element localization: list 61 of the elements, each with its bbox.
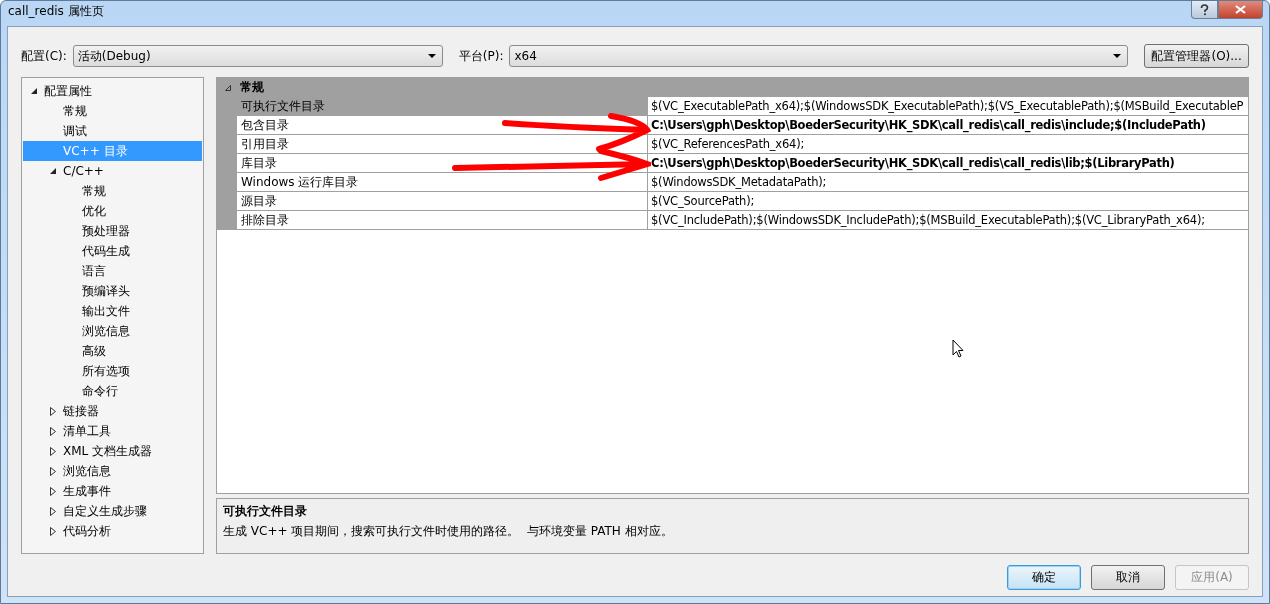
property-value[interactable]: C:\Users\gph\Desktop\BoederSecurity\HK_SDK\call_redis\call_redis\include;$(IncludePath) (648, 116, 1248, 135)
tree-item[interactable]: 所有选项 (23, 361, 202, 381)
tree-item[interactable]: 常规 (23, 101, 202, 121)
tree-item[interactable]: 优化 (23, 201, 202, 221)
dropdown-arrow-icon (427, 54, 436, 58)
collapsed-icon[interactable] (50, 446, 56, 456)
dropdown-arrow-icon (1113, 54, 1122, 58)
expanded-icon[interactable] (31, 87, 38, 95)
property-value[interactable]: $(VC_ReferencesPath_x64); (648, 135, 1248, 154)
collapsed-icon[interactable] (50, 526, 56, 536)
tree-item[interactable]: 预处理器 (23, 221, 202, 241)
dialog-button[interactable]: 确定 (1007, 565, 1081, 590)
property-name[interactable]: 可执行文件目录 (237, 97, 648, 116)
close-icon (1235, 5, 1246, 14)
tree-item[interactable]: 代码生成 (23, 241, 202, 261)
tree-item[interactable]: 调试 (23, 121, 202, 141)
property-name[interactable]: Windows 运行库目录 (237, 173, 648, 192)
tree-item[interactable]: XML 文档生成器 (23, 441, 202, 461)
tree-item[interactable]: 命令行 (23, 381, 202, 401)
collapsed-icon[interactable] (50, 426, 56, 436)
tree-item[interactable]: 浏览信息 (23, 321, 202, 341)
property-value[interactable]: C:\Users\gph\Desktop\BoederSecurity\HK_SDK\call_redis\call_redis\lib;$(LibraryPath) (648, 154, 1248, 173)
question-mark-icon (1200, 3, 1209, 16)
close-button[interactable] (1218, 1, 1263, 19)
config-label: 配置(C): (21, 47, 67, 65)
dialog-button[interactable]: 取消 (1091, 565, 1165, 590)
tree-item[interactable]: 语言 (23, 261, 202, 281)
tree-item[interactable]: 浏览信息 (23, 461, 202, 481)
platform-dropdown[interactable]: x64 (509, 45, 1129, 67)
property-name[interactable]: 排除目录 (237, 211, 648, 230)
config-dropdown[interactable]: 活动(Debug) (72, 45, 443, 67)
property-name[interactable]: 引用目录 (237, 135, 648, 154)
collapsed-icon[interactable] (50, 506, 56, 516)
collapsed-icon[interactable] (50, 406, 56, 416)
description-title: 可执行文件目录 (223, 503, 308, 520)
tree-item[interactable]: 代码分析 (23, 521, 202, 541)
tree-item[interactable]: 预编译头 (23, 281, 202, 301)
window-title: call_redis 属性页 (8, 3, 104, 20)
category-header[interactable]: 常规 (217, 78, 1248, 97)
tree-item[interactable]: 生成事件 (23, 481, 202, 501)
tree-item[interactable]: 自定义生成步骤 (23, 501, 202, 521)
description-text: 生成 VC++ 项目期间，搜索可执行文件时使用的路径。 与环境变量 PATH 相对应。 (223, 523, 674, 540)
tree-item[interactable]: 高级 (23, 341, 202, 361)
config-manager-button[interactable]: 配置管理器(O)... (1144, 44, 1249, 68)
platform-label: 平台(P): (458, 47, 504, 65)
expanded-icon[interactable] (50, 167, 57, 175)
property-value[interactable]: $(WindowsSDK_MetadataPath); (648, 173, 1248, 192)
collapsed-icon[interactable] (50, 486, 56, 496)
tree-item[interactable]: C/C++ (23, 161, 202, 181)
mouse-cursor-icon (952, 339, 964, 358)
tree-item[interactable]: 链接器 (23, 401, 202, 421)
property-name[interactable]: 源目录 (237, 192, 648, 211)
property-value[interactable]: $(VC_ExecutablePath_x64);$(WindowsSDK_ExecutablePath);$(VS_ExecutablePath);$(MSBuild_ExecutableP (648, 97, 1248, 116)
tree-item[interactable]: 常规 (23, 181, 202, 201)
tree-item[interactable]: 配置属性 (23, 81, 202, 101)
tree-item[interactable]: 清单工具 (23, 421, 202, 441)
property-value[interactable]: $(VC_IncludePath);$(WindowsSDK_IncludePath);$(MSBuild_ExecutablePath);$(VC_LibraryPath_x64); (648, 211, 1248, 230)
property-value[interactable]: $(VC_SourcePath); (648, 192, 1248, 211)
collapsed-icon[interactable] (50, 466, 56, 476)
help-button[interactable] (1191, 1, 1218, 19)
tree-item[interactable]: 输出文件 (23, 301, 202, 321)
